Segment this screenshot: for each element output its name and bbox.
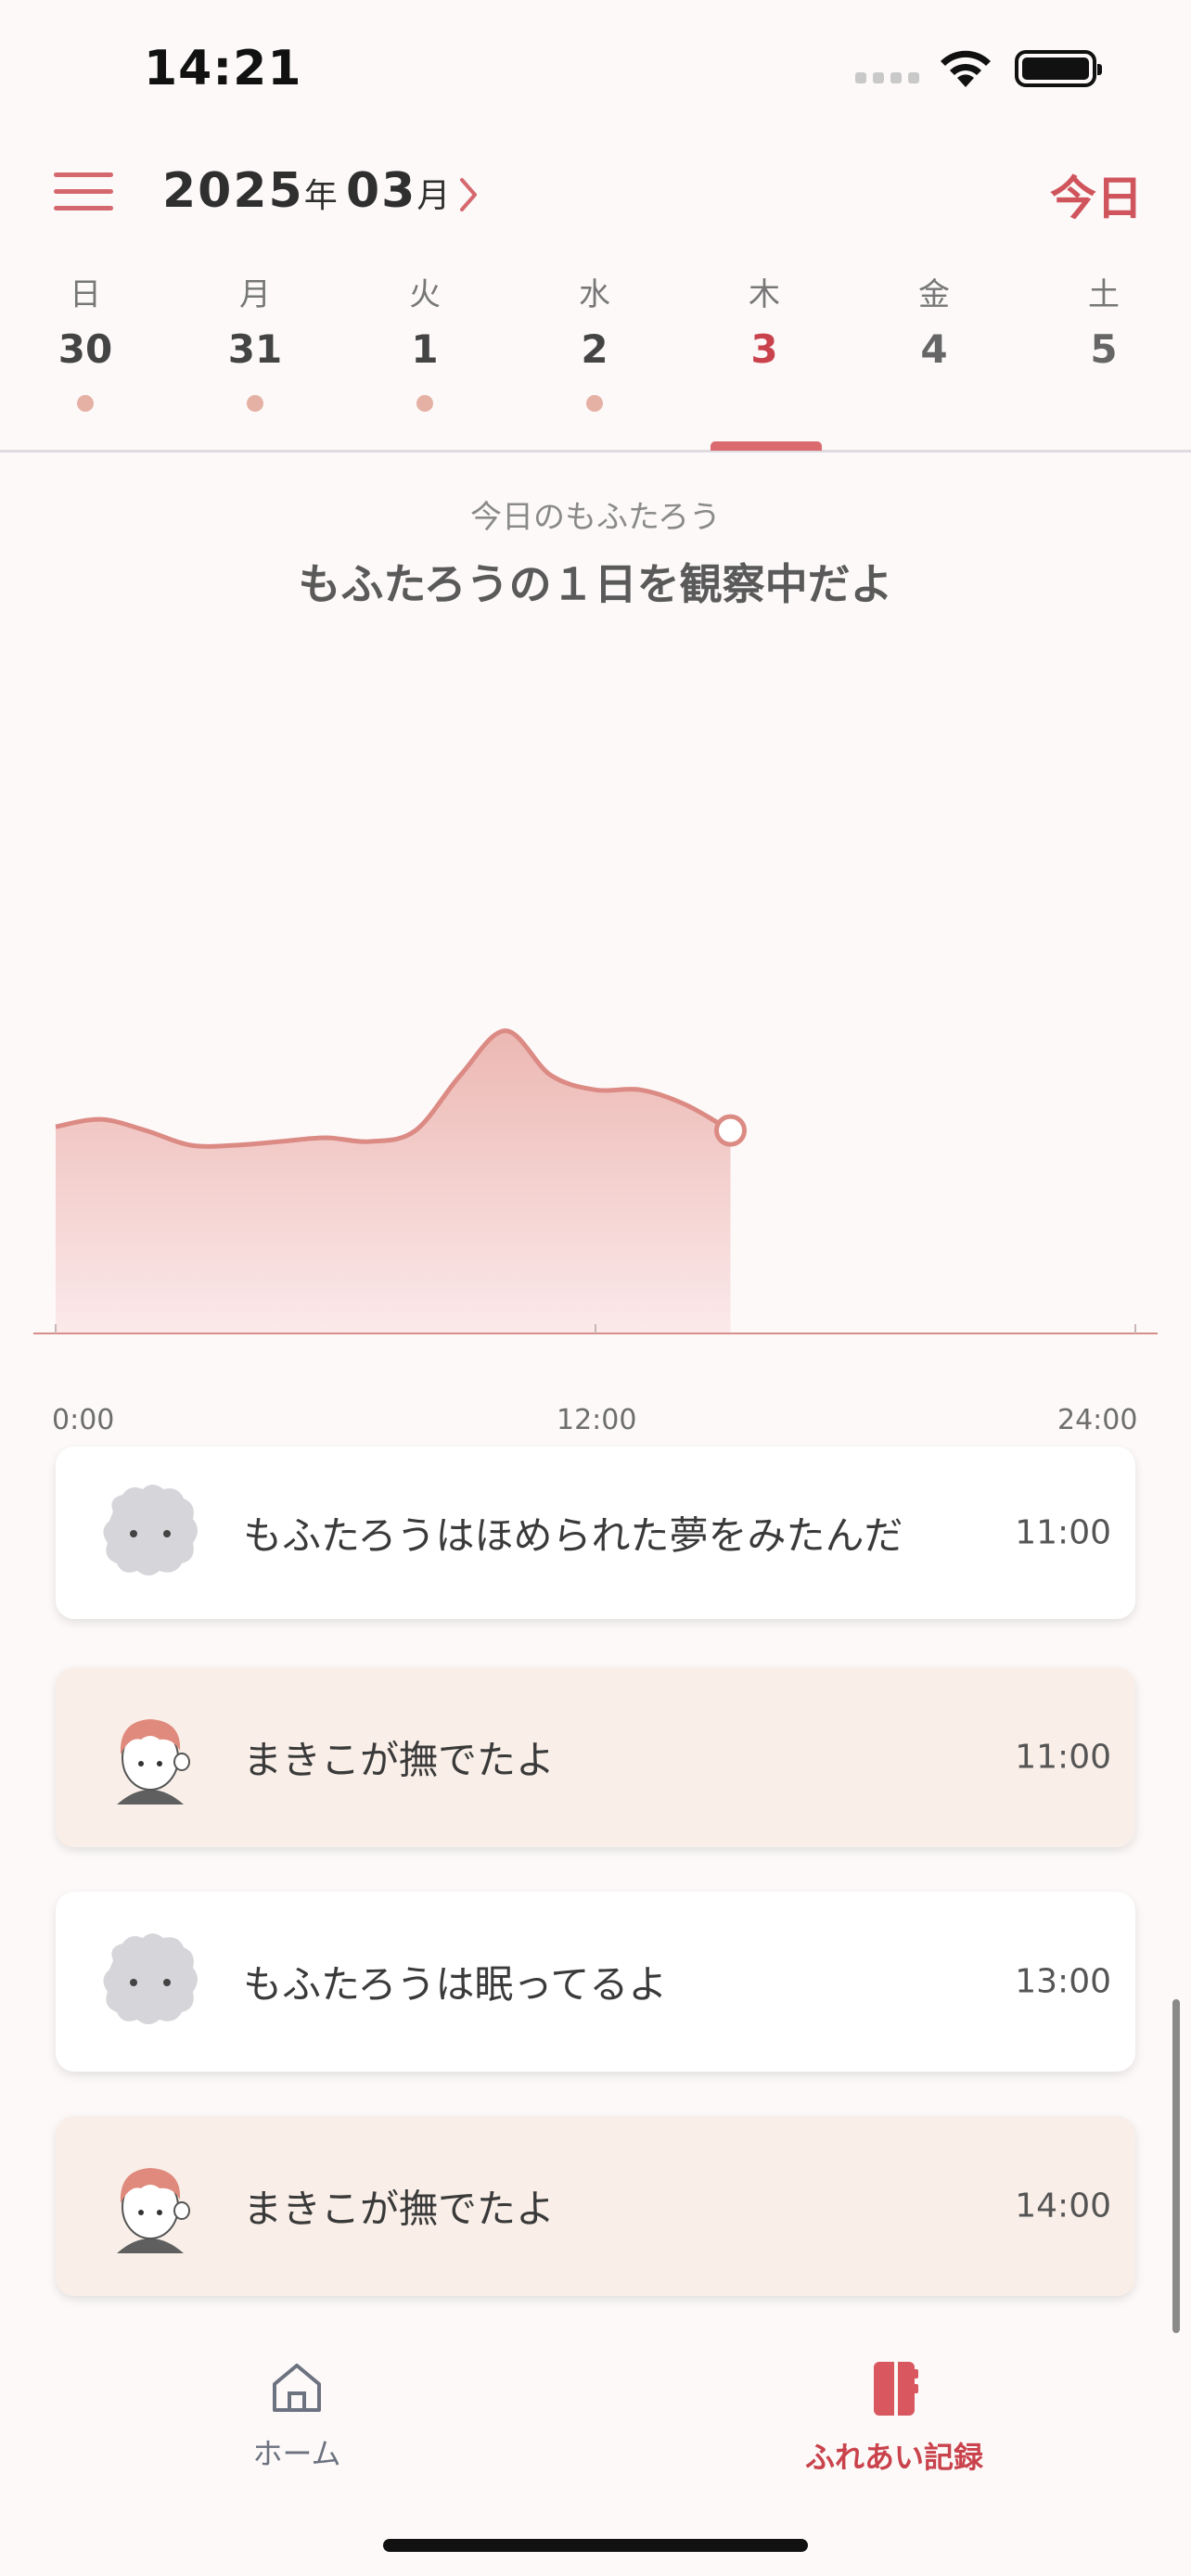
event-text: まきこが撫でたよ xyxy=(243,2186,556,2232)
day-name: 金 xyxy=(918,276,950,313)
menu-icon[interactable] xyxy=(54,169,113,213)
event-time: 11:00 xyxy=(1015,1738,1111,1777)
day-30[interactable]: 日 30 xyxy=(30,269,141,451)
section-subtitle: 今日のもふたろう xyxy=(470,499,721,536)
today-button[interactable]: 今日 xyxy=(1050,161,1143,228)
makiko-avatar-icon xyxy=(117,2168,190,2253)
day-number: 31 xyxy=(227,326,283,372)
day-name: 日 xyxy=(70,276,101,313)
day-2[interactable]: 水2 xyxy=(539,269,650,451)
event-text: もふたろうは眠ってるよ xyxy=(243,1961,668,2008)
day-number: 5 xyxy=(1090,326,1118,372)
wifi-icon xyxy=(941,50,991,87)
cellular-signal-icon xyxy=(855,72,919,83)
mofutaro-avatar-icon xyxy=(103,1933,198,2024)
day-number: 1 xyxy=(411,326,439,372)
record-dot xyxy=(586,395,603,412)
month-label: 2025年 03月 xyxy=(162,163,452,219)
day-31[interactable]: 月 31 xyxy=(199,269,311,451)
event-card[interactable]: まきこが撫でたよ 14:00 xyxy=(56,2116,1135,2296)
day-3[interactable]: 木3 xyxy=(709,269,820,451)
chevron-right-icon[interactable] xyxy=(455,176,482,213)
day-name: 火 xyxy=(409,276,441,313)
month-unit: 月 xyxy=(416,177,453,215)
day-4[interactable]: 金4 xyxy=(878,269,990,451)
week-strip: 日 30 月 31 火 1 水 2 木 3 金 4 土 5 xyxy=(0,269,1191,451)
event-text: まきこが撫でたよ xyxy=(243,1737,556,1783)
day-name: 木 xyxy=(749,276,780,313)
record-dot xyxy=(416,395,433,412)
record-dot xyxy=(247,395,263,412)
day-1[interactable]: 火1 xyxy=(369,269,480,451)
battery-icon xyxy=(1015,50,1102,87)
makiko-avatar-icon xyxy=(117,1719,190,1804)
tab-records[interactable]: ふれあい記録 xyxy=(755,2360,1033,2477)
event-time: 13:00 xyxy=(1015,1962,1111,2001)
day-name: 水 xyxy=(579,276,610,313)
tab-records-label: ふれあい記録 xyxy=(804,2440,983,2475)
record-dot xyxy=(77,395,94,412)
year-value: 2025 xyxy=(162,163,304,219)
x-tick-label-mid: 12:00 xyxy=(557,1404,637,1436)
day-name: 月 xyxy=(239,276,271,313)
selected-day-indicator xyxy=(711,441,822,451)
home-indicator xyxy=(383,2539,808,2552)
tab-home[interactable]: ホーム xyxy=(158,2360,436,2473)
event-card[interactable]: もふたろうは眠ってるよ 13:00 xyxy=(56,1892,1135,2072)
day-number: 2 xyxy=(581,326,608,372)
notebook-icon xyxy=(874,2362,918,2416)
day-number: 3 xyxy=(750,326,778,372)
event-card[interactable]: もふたろうはほめられた夢をみたんだ 11:00 xyxy=(56,1447,1135,1619)
event-card[interactable]: まきこが撫でたよ 11:00 xyxy=(56,1667,1135,1847)
day-number: 30 xyxy=(58,326,113,372)
day-number: 4 xyxy=(920,326,948,372)
event-time: 14:00 xyxy=(1015,2187,1111,2225)
day-5[interactable]: 土5 xyxy=(1048,269,1159,451)
event-text: もふたろうはほめられた夢をみたんだ xyxy=(243,1512,903,1559)
current-point xyxy=(714,1114,747,1147)
home-icon xyxy=(273,2364,321,2412)
scrollbar[interactable] xyxy=(1172,1999,1180,2333)
section-title: もふたろうの１日を観察中だよ xyxy=(298,559,893,609)
day-name: 土 xyxy=(1088,276,1120,313)
tab-home-label: ホーム xyxy=(252,2436,341,2471)
activity-area xyxy=(56,1030,731,1333)
week-divider xyxy=(0,450,1191,453)
activity-chart xyxy=(33,1028,1158,1334)
x-tick-label-start: 0:00 xyxy=(52,1404,115,1436)
x-tick-label-end: 24:00 xyxy=(1057,1404,1138,1436)
month-value: 03 xyxy=(345,163,417,219)
event-time: 11:00 xyxy=(1015,1513,1111,1552)
status-time: 14:21 xyxy=(144,41,302,96)
year-unit: 年 xyxy=(303,177,339,215)
mofutaro-avatar-icon xyxy=(103,1485,198,1575)
